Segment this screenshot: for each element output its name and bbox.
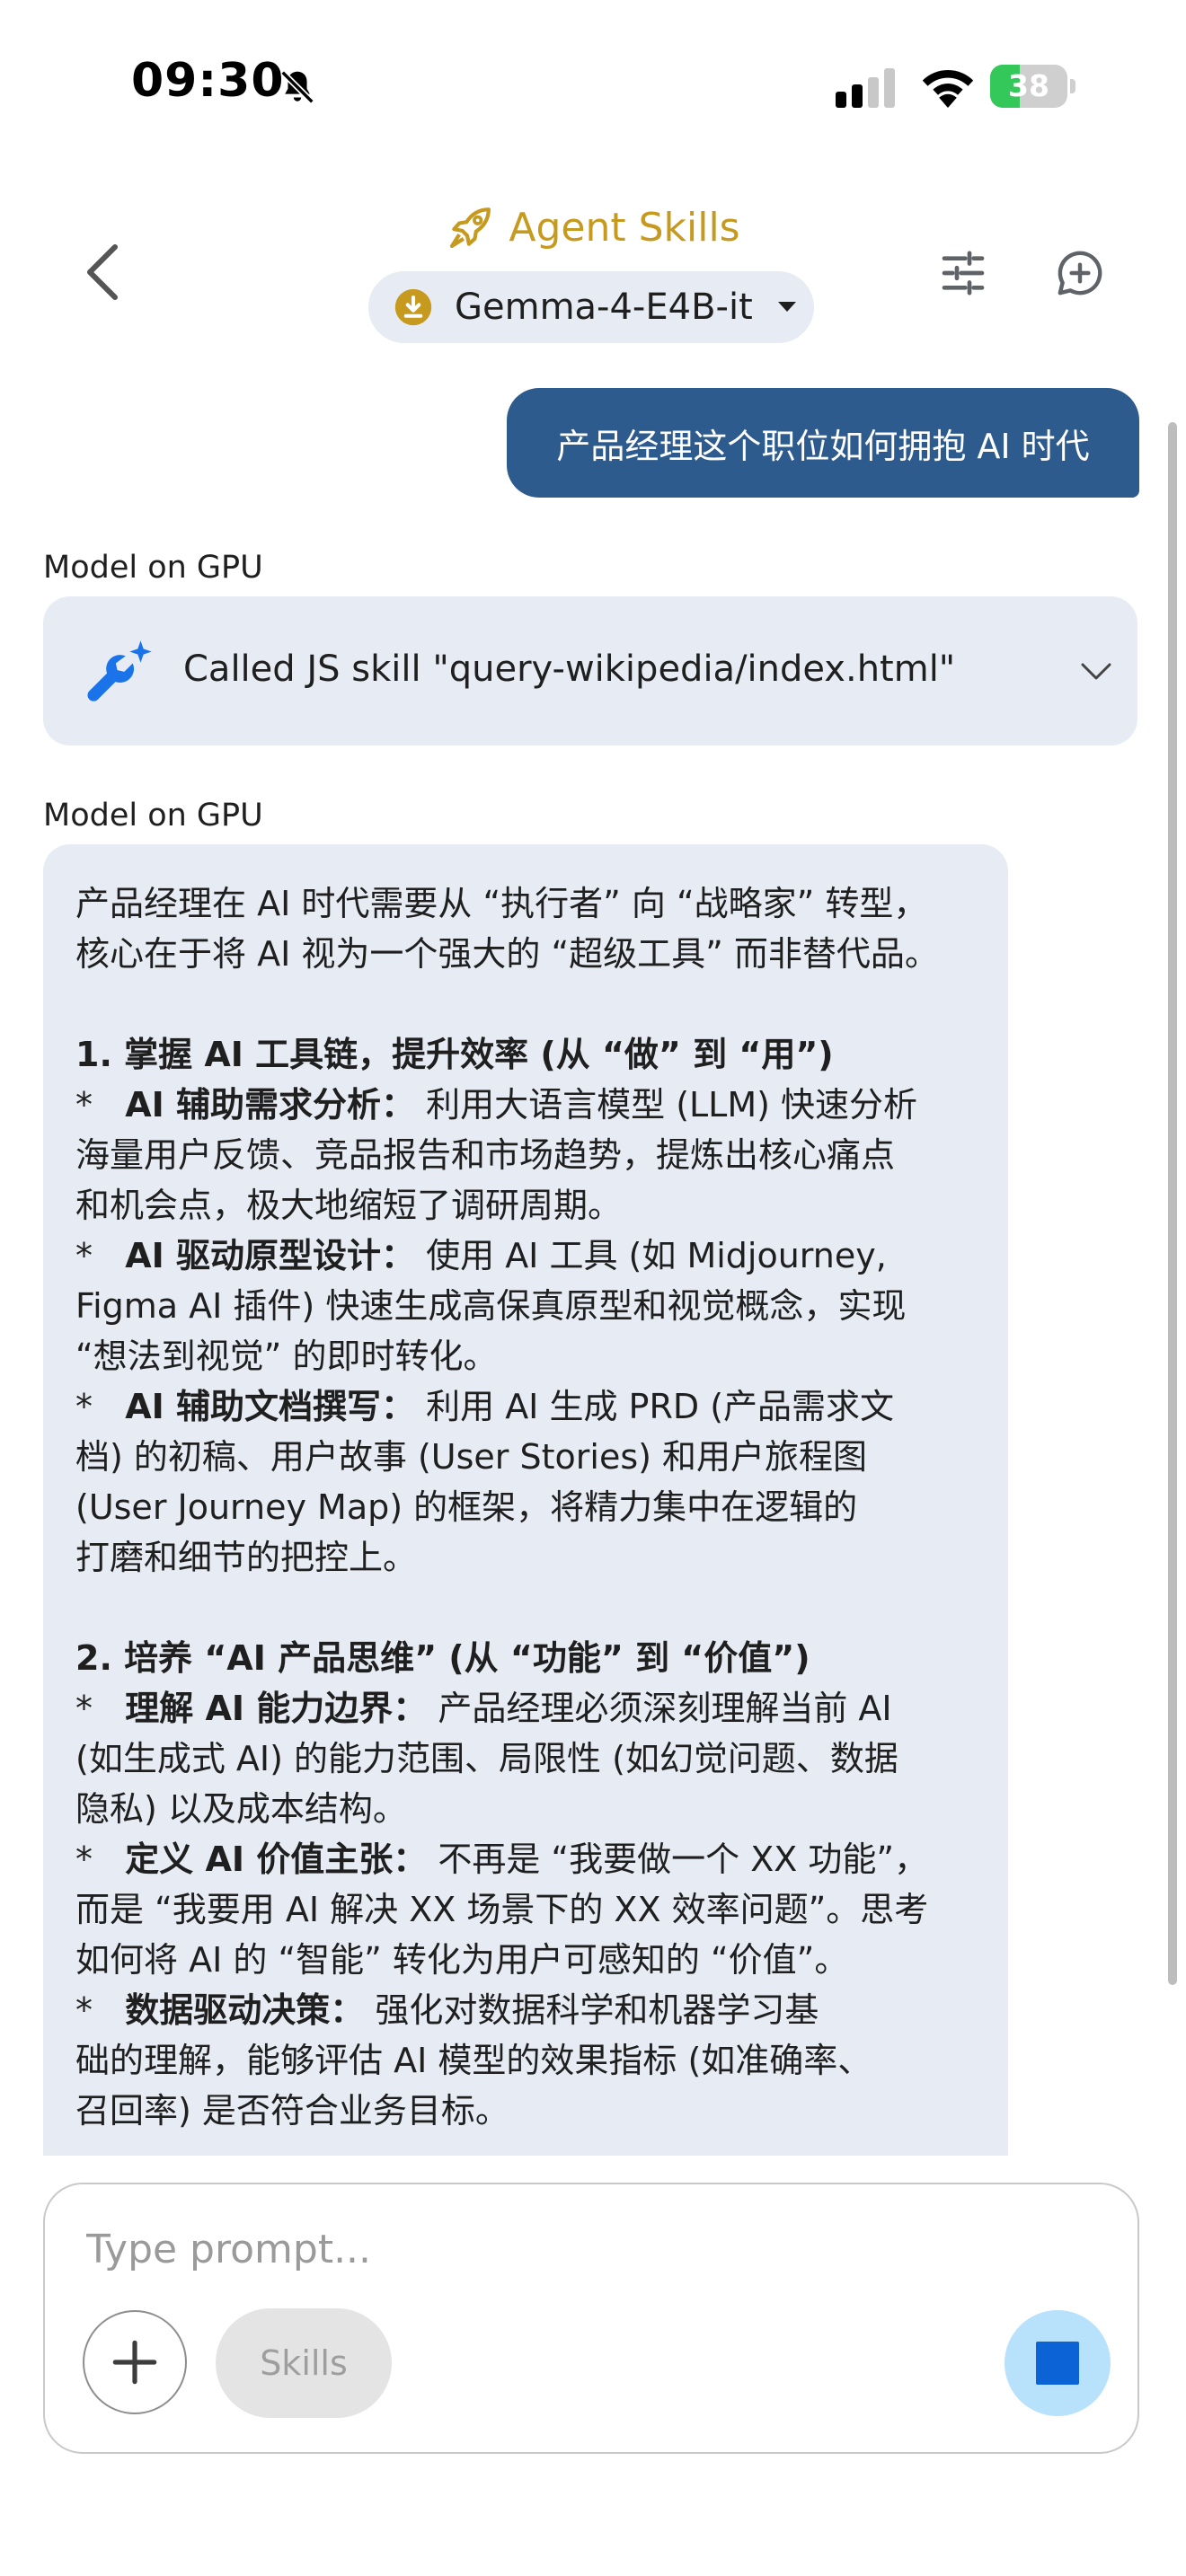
response-line: (User Journey Map) 的框架，将精力集中在逻辑的 <box>75 1482 983 1532</box>
response-text-span: (如生成式 AI) 的能力范围、局限性 (如幻觉问题、数据 <box>75 1739 898 1778</box>
bullet-marker: * <box>75 1689 126 1728</box>
app-title-text: Agent Skills <box>509 204 740 251</box>
response-text-span: 打磨和细节的把控上。 <box>75 1538 418 1577</box>
response-line: “想法到视觉” 的即时转化。 <box>75 1331 983 1381</box>
response-text-span: 强化对数据科学和机器学习基 <box>364 1990 819 2030</box>
add-attachment-button[interactable] <box>83 2310 187 2414</box>
response-line: * AI 辅助文档撰写： 利用 AI 生成 PRD (产品需求文 <box>75 1381 983 1432</box>
bullet-label: AI 辅助需求分析： <box>125 1085 416 1125</box>
response-text-span: “想法到视觉” 的即时转化。 <box>75 1337 498 1376</box>
response-line: 海量用户反馈、竞品报告和市场趋势，提炼出核心痛点 <box>75 1130 983 1180</box>
tune-icon[interactable] <box>938 248 988 298</box>
status-bar: 09:30 38 <box>0 0 1186 171</box>
response-line: 产品经理在 AI 时代需要从 “执行者” 向 “战略家” 转型， <box>75 878 983 929</box>
response-text-span: 利用 AI 生成 PRD (产品需求文 <box>415 1387 895 1426</box>
response-text-span: (User Journey Map) 的框架，将精力集中在逻辑的 <box>75 1487 858 1527</box>
status-time: 09:30 <box>131 54 285 108</box>
bullet-label: 理解 AI 能力边界： <box>125 1689 428 1728</box>
sender-label: Model on GPU <box>43 798 263 834</box>
bullet-marker: * <box>75 1387 126 1426</box>
response-text-span: 隐私) 以及成本结构。 <box>75 1789 407 1829</box>
app-title: Agent Skills <box>0 202 1186 252</box>
section-heading: 1. 掌握 AI 工具链，提升效率 (从 “做” 到 “用”) <box>75 1035 834 1074</box>
response-text-span: 如何将 AI 的 “智能” 转化为用户可感知的 “价值”。 <box>75 1940 849 1980</box>
bullet-label: AI 驱动原型设计： <box>125 1236 416 1275</box>
model-selector[interactable]: Gemma-4-E4B-it <box>368 271 814 343</box>
response-line: * AI 驱动原型设计： 使用 AI 工具 (如 Midjourney, <box>75 1231 983 1281</box>
download-icon <box>394 288 432 326</box>
response-text-span: 而是 “我要用 AI 解决 XX 场景下的 XX 效率问题”。思考 <box>75 1890 929 1929</box>
response-line <box>75 1583 983 1633</box>
battery-level: 38 <box>1008 68 1049 103</box>
response-text-span: 产品经理在 AI 时代需要从 “执行者” 向 “战略家” 转型， <box>75 884 928 923</box>
model-name: Gemma-4-E4B-it <box>455 287 753 328</box>
battery-charging-icon: 38 <box>990 65 1076 108</box>
wrench-sparkle-icon <box>87 640 152 701</box>
response-text-span: 利用大语言模型 (LLM) 快速分析 <box>415 1085 918 1125</box>
response-line: (如生成式 AI) 的能力范围、局限性 (如幻觉问题、数据 <box>75 1734 983 1784</box>
response-line: 隐私) 以及成本结构。 <box>75 1784 983 1834</box>
skill-call-card[interactable]: Called JS skill "query-wikipedia/index.h… <box>43 596 1137 745</box>
response-line: * 定义 AI 价值主张： 不再是 “我要做一个 XX 功能”， <box>75 1834 983 1884</box>
response-line: * 数据驱动决策： 强化对数据科学和机器学习基 <box>75 1985 983 2035</box>
sender-label: Model on GPU <box>43 550 263 586</box>
response-line: 打磨和细节的把控上。 <box>75 1532 983 1583</box>
chat-screen: 09:30 38 Agent Skills Gemma-4-E4B-it 产品经… <box>0 0 1186 2576</box>
bullet-label: 定义 AI 价值主张： <box>125 1839 428 1879</box>
response-line <box>75 979 983 1029</box>
response-line: 核心在于将 AI 视为一个强大的 “超级工具” 而非替代品。 <box>75 929 983 979</box>
response-text: 产品经理在 AI 时代需要从 “执行者” 向 “战略家” 转型， 核心在于将 AI… <box>75 878 983 2136</box>
cellular-signal-icon <box>836 68 895 108</box>
response-text-span: 不再是 “我要做一个 XX 功能”， <box>427 1839 929 1879</box>
bullet-label: AI 辅助文档撰写： <box>125 1387 416 1426</box>
rocket-icon <box>450 207 491 249</box>
bullet-label: 数据驱动决策： <box>125 1990 365 2030</box>
response-text-span: 档) 的初稿、用户故事 (User Stories) 和用户旅程图 <box>75 1437 868 1477</box>
response-line: 召回率) 是否符合业务目标。 <box>75 2086 983 2136</box>
user-message-bubble: 产品经理这个职位如何拥抱 AI 时代 <box>507 388 1139 498</box>
response-line: * AI 辅助需求分析： 利用大语言模型 (LLM) 快速分析 <box>75 1080 983 1130</box>
response-line: 和机会点，极大地缩短了调研周期。 <box>75 1180 983 1231</box>
bullet-marker: * <box>75 1236 126 1275</box>
response-text-span: Figma AI 插件) 快速生成高保真原型和视觉概念，实现 <box>75 1286 907 1326</box>
response-line: 档) 的初稿、用户故事 (User Stories) 和用户旅程图 <box>75 1432 983 1482</box>
response-text-span: 和机会点，极大地缩短了调研周期。 <box>75 1186 623 1225</box>
caret-down-icon <box>778 302 796 312</box>
response-line: 如何将 AI 的 “智能” 转化为用户可感知的 “价值”。 <box>75 1935 983 1985</box>
response-text-span: 核心在于将 AI 视为一个强大的 “超级工具” 而非替代品。 <box>75 934 939 974</box>
model-response-bubble: 产品经理在 AI 时代需要从 “执行者” 向 “战略家” 转型， 核心在于将 AI… <box>43 844 1008 2156</box>
response-line: * 理解 AI 能力边界： 产品经理必须深刻理解当前 AI <box>75 1683 983 1734</box>
bell-slash-icon <box>280 70 314 104</box>
bullet-marker: * <box>75 1839 126 1879</box>
prompt-composer: Skills <box>43 2183 1139 2454</box>
wifi-icon <box>922 70 974 108</box>
response-line: Figma AI 插件) 快速生成高保真原型和视觉概念，实现 <box>75 1281 983 1331</box>
response-text-span: 础的理解，能够评估 AI 模型的效果指标 (如准确率、 <box>75 2041 872 2080</box>
response-text-span: 海量用户反馈、竞品报告和市场趋势，提炼出核心痛点 <box>75 1135 896 1175</box>
stop-button[interactable] <box>1005 2310 1111 2416</box>
plus-icon <box>112 2340 157 2385</box>
bullet-marker: * <box>75 1085 126 1125</box>
bullet-marker: * <box>75 1990 126 2030</box>
response-text-span: 产品经理必须深刻理解当前 AI <box>427 1689 892 1728</box>
response-line: 1. 掌握 AI 工具链，提升效率 (从 “做” 到 “用”) <box>75 1029 983 1080</box>
prompt-input[interactable] <box>86 2220 895 2278</box>
skill-call-text: Called JS skill "query-wikipedia/index.h… <box>183 648 956 690</box>
new-chat-icon[interactable] <box>1055 248 1105 298</box>
scrollbar[interactable] <box>1168 422 1177 1985</box>
response-line: 础的理解，能够评估 AI 模型的效果指标 (如准确率、 <box>75 2035 983 2086</box>
skills-button[interactable]: Skills <box>216 2308 392 2418</box>
response-text-span: 召回率) 是否符合业务目标。 <box>75 2091 509 2130</box>
response-line: 2. 培养 “AI 产品思维” (从 “功能” 到 “价值”) <box>75 1633 983 1683</box>
section-heading: 2. 培养 “AI 产品思维” (从 “功能” 到 “价值”) <box>75 1638 810 1678</box>
chevron-down-icon[interactable] <box>1078 659 1114 684</box>
response-line: 而是 “我要用 AI 解决 XX 场景下的 XX 效率问题”。思考 <box>75 1884 983 1935</box>
stop-icon <box>1036 2342 1079 2385</box>
response-text-span: 使用 AI 工具 (如 Midjourney, <box>415 1236 887 1275</box>
